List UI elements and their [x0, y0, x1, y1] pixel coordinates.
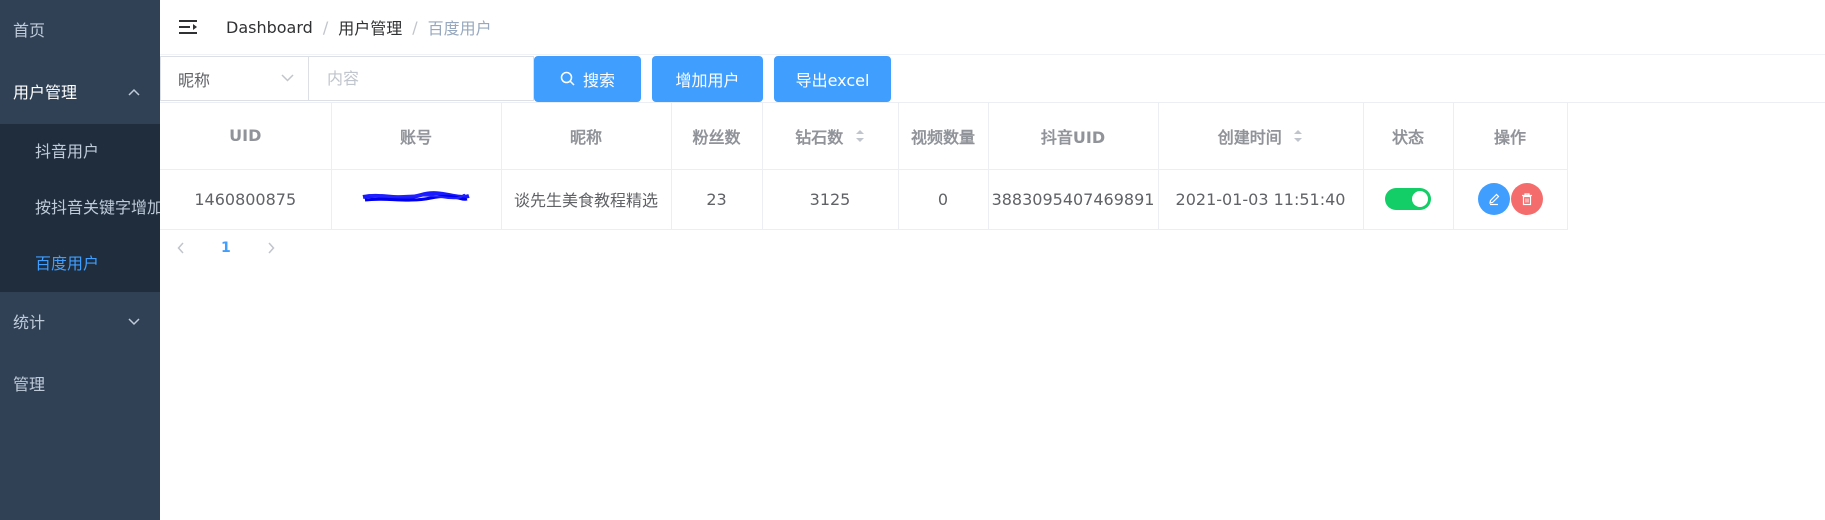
- submenu-user-management: 抖音用户 按抖音关键字增加 百度用户: [0, 124, 160, 292]
- column-header-douyin-uid: 抖音UID: [988, 103, 1159, 170]
- sidebar-item-label: 统计: [13, 313, 46, 332]
- cell-video-count: 0: [898, 169, 989, 230]
- cell-actions: [1453, 169, 1568, 230]
- navbar: Dashboard / 用户管理 / 百度用户: [160, 0, 1825, 55]
- cell-uid: 1460800875: [160, 169, 332, 230]
- table-header-row: UID 账号 昵称 粉丝数 钻石数 视频数量 抖音UID 创建时间 状态 操作: [160, 103, 1568, 170]
- breadcrumb-separator: /: [322, 17, 329, 37]
- hamburger-icon[interactable]: [178, 17, 198, 37]
- field-select[interactable]: 昵称: [160, 56, 308, 101]
- search-button[interactable]: 搜索: [534, 55, 641, 102]
- breadcrumb-current: 百度用户: [427, 19, 492, 38]
- status-toggle[interactable]: [1385, 188, 1431, 210]
- search-input[interactable]: [308, 56, 534, 101]
- sidebar-item-statistics[interactable]: 统计: [0, 292, 160, 354]
- cell-nickname: 谈先生美食教程精选: [501, 169, 672, 230]
- export-excel-button[interactable]: 导出excel: [774, 55, 891, 102]
- sort-icon[interactable]: [855, 128, 865, 148]
- cell-douyin-uid: 3883095407469891: [988, 169, 1159, 230]
- cell-fans: 23: [671, 169, 763, 230]
- toggle-knob: [1412, 191, 1428, 207]
- trash-icon: [1521, 193, 1532, 206]
- column-header-video-count: 视频数量: [898, 103, 989, 170]
- prev-page-icon[interactable]: [177, 241, 185, 254]
- column-header-diamonds[interactable]: 钻石数: [762, 103, 899, 170]
- chevron-down-icon: [128, 292, 140, 354]
- sidebar-item-add-by-keyword[interactable]: 按抖音关键字增加: [0, 180, 160, 236]
- column-header-uid: UID: [160, 103, 332, 170]
- page-number-current[interactable]: 1: [221, 240, 231, 256]
- redacted-scribble: [361, 190, 471, 204]
- chevron-up-icon: [128, 62, 140, 124]
- sort-icon[interactable]: [1293, 128, 1303, 148]
- sidebar-item-user-management[interactable]: 用户管理: [0, 62, 160, 124]
- user-table: UID 账号 昵称 粉丝数 钻石数 视频数量 抖音UID 创建时间 状态 操作 …: [160, 102, 1825, 230]
- sidebar-item-label: 管理: [13, 375, 46, 394]
- next-page-icon[interactable]: [267, 241, 275, 254]
- column-header-actions: 操作: [1453, 103, 1568, 170]
- sidebar-item-douyin-users[interactable]: 抖音用户: [0, 124, 160, 180]
- delete-button[interactable]: [1510, 183, 1543, 215]
- app-root: 首页 用户管理 抖音用户 按抖音关键字增加 百度用户 统计 管理 Dashboa…: [0, 0, 1825, 520]
- search-button-label: 搜索: [582, 70, 615, 90]
- sidebar-item-admin[interactable]: 管理: [0, 354, 160, 416]
- breadcrumb-user-management[interactable]: 用户管理: [338, 15, 402, 39]
- column-header-status: 状态: [1363, 103, 1454, 170]
- column-header-created-time[interactable]: 创建时间: [1158, 103, 1364, 170]
- field-select-value: 昵称: [178, 70, 211, 90]
- column-header-nickname: 昵称: [501, 103, 672, 170]
- column-header-fans: 粉丝数: [671, 103, 763, 170]
- sidebar-item-label: 首页: [13, 21, 46, 40]
- chevron-down-icon: [281, 74, 294, 82]
- pagination: 1: [160, 230, 1825, 266]
- column-header-label: 钻石数: [795, 127, 844, 147]
- column-header-account: 账号: [331, 103, 502, 170]
- cell-account: [331, 169, 502, 230]
- sidebar-item-home[interactable]: 首页: [0, 0, 160, 62]
- breadcrumb: Dashboard / 用户管理 / 百度用户: [226, 15, 492, 39]
- breadcrumb-separator: /: [412, 17, 418, 37]
- sidebar-item-label: 用户管理: [13, 83, 78, 102]
- add-user-button[interactable]: 增加用户: [652, 55, 763, 102]
- search-icon: [560, 71, 575, 86]
- filter-bar: 昵称 搜索 增加用户 导出excel: [160, 55, 1825, 102]
- breadcrumb-dashboard[interactable]: Dashboard: [226, 18, 313, 37]
- sidebar-item-baidu-users[interactable]: 百度用户: [0, 236, 160, 292]
- cell-created-time: 2021-01-03 11:51:40: [1158, 169, 1364, 230]
- sidebar: 首页 用户管理 抖音用户 按抖音关键字增加 百度用户 统计 管理: [0, 0, 160, 520]
- main-content: Dashboard / 用户管理 / 百度用户 昵称 搜索 增加用户 导出exc…: [160, 0, 1825, 520]
- cell-diamonds: 3125: [762, 169, 899, 230]
- edit-button[interactable]: [1477, 183, 1510, 215]
- edit-icon: [1488, 193, 1499, 206]
- table-row: 1460800875 谈先生美食教程精选 23 3125 0 388309540…: [160, 169, 1568, 230]
- column-header-label: 创建时间: [1217, 127, 1282, 147]
- cell-status: [1363, 169, 1454, 230]
